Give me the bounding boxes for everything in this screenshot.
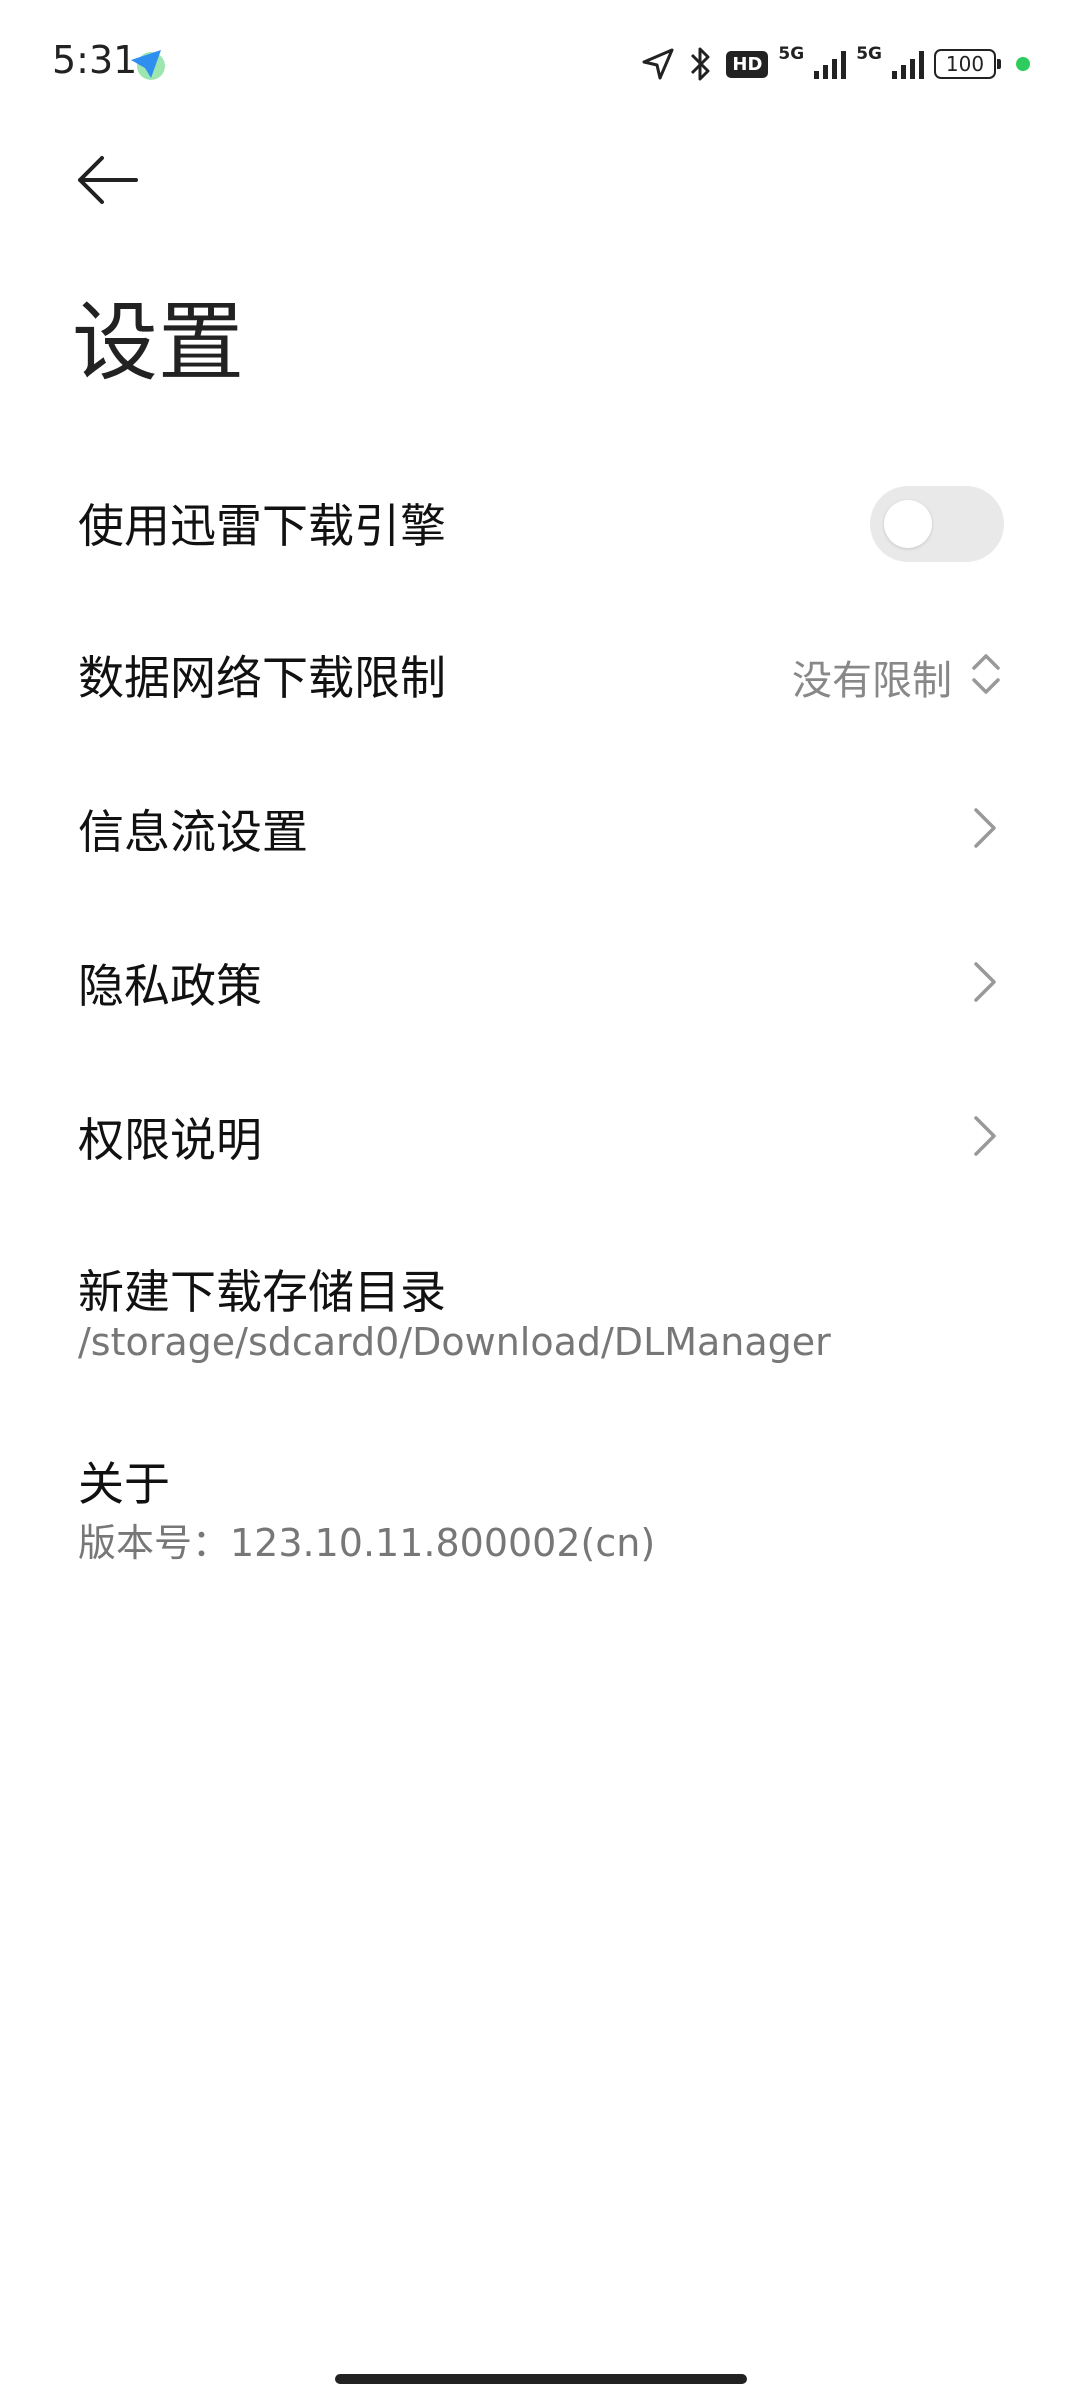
back-button[interactable]: [72, 150, 142, 210]
arrow-left-icon: [78, 156, 138, 204]
status-icons: HD 5G 5G 100: [640, 42, 1030, 86]
network-type-label: 5G: [778, 44, 805, 64]
storage-path: /storage/sdcard0/Download/DLManager: [78, 1320, 831, 1364]
data-limit-value: 没有限制: [792, 658, 952, 704]
home-indicator[interactable]: [335, 2374, 747, 2384]
chevron-right-icon: [974, 962, 996, 1002]
setting-label: 关于: [78, 1457, 170, 1511]
setting-label: 新建下载存储目录: [78, 1265, 446, 1319]
status-bar: 5:31 HD 5G 5G 100: [0, 0, 1080, 130]
setting-label: 隐私政策: [78, 959, 262, 1013]
network-type-label-2: 5G: [856, 44, 882, 64]
setting-storage-directory[interactable]: 新建下载存储目录 /storage/sdcard0/Download/DLMan…: [0, 1256, 1080, 1376]
setting-about[interactable]: 关于 版本号：123.10.11.800002(cn): [0, 1448, 1080, 1568]
toggle-knob: [884, 500, 932, 548]
setting-label: 数据网络下载限制: [78, 651, 446, 705]
location-icon: [642, 48, 674, 80]
hd-icon: HD: [726, 50, 769, 78]
setting-permissions[interactable]: 权限说明: [0, 1102, 1080, 1172]
privacy-indicator-dot: [1016, 57, 1030, 71]
setting-label: 权限说明: [78, 1113, 262, 1167]
version-text: 版本号：123.10.11.800002(cn): [78, 1521, 656, 1565]
chevron-right-icon: [974, 1116, 996, 1156]
setting-data-limit[interactable]: 数据网络下载限制 没有限制: [0, 640, 1080, 710]
thunder-engine-toggle[interactable]: [870, 486, 1004, 562]
battery-icon: 100: [934, 49, 1001, 79]
signal-strength-icon: [814, 49, 847, 79]
chevron-up-down-icon: [972, 654, 1000, 694]
chevron-right-icon: [974, 808, 996, 848]
bluetooth-icon: [691, 47, 710, 81]
setting-thunder-engine[interactable]: 使用迅雷下载引擎: [0, 486, 1080, 562]
setting-feed[interactable]: 信息流设置: [0, 794, 1080, 864]
page-title: 设置: [72, 293, 244, 393]
app-notification-icon: [125, 44, 169, 84]
setting-privacy-policy[interactable]: 隐私政策: [0, 948, 1080, 1018]
signal-strength-icon-2: [892, 49, 924, 79]
setting-label: 使用迅雷下载引擎: [78, 499, 446, 553]
setting-label: 信息流设置: [78, 805, 308, 859]
